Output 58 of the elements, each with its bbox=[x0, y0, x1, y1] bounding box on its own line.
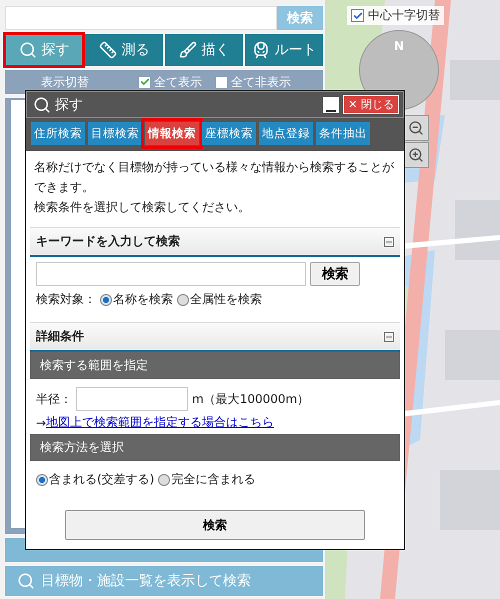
radio[interactable] bbox=[36, 474, 48, 486]
checkbox[interactable] bbox=[139, 76, 150, 88]
map-range-link[interactable]: 地図上で検索範囲を指定する場合はこちら bbox=[46, 414, 274, 431]
target-option[interactable]: 全属性を検索 bbox=[177, 291, 262, 308]
radio[interactable] bbox=[100, 294, 112, 306]
search-tab[interactable]: 住所検索 bbox=[31, 122, 85, 145]
tool-tab[interactable]: 測る bbox=[85, 34, 163, 66]
zoom-out-icon bbox=[408, 120, 424, 136]
search-tab[interactable]: 地点登録 bbox=[259, 122, 313, 145]
section-title: 詳細条件 bbox=[36, 328, 84, 345]
keyword-field[interactable] bbox=[36, 262, 306, 286]
section-title: キーワードを入力して検索 bbox=[36, 233, 180, 250]
checkbox[interactable] bbox=[216, 76, 227, 88]
minimize-icon bbox=[326, 110, 336, 112]
intro-text: 名称だけでなく目標物が持っている様々な情報から検索することができます。 bbox=[34, 159, 395, 196]
search-icon bbox=[33, 96, 51, 114]
checkbox[interactable] bbox=[351, 9, 364, 22]
submit-search-button[interactable]: 検索 bbox=[65, 510, 365, 540]
zoom-in-icon bbox=[408, 147, 424, 163]
search-icon bbox=[17, 572, 35, 590]
dialog-title: 探す bbox=[55, 96, 84, 114]
radio[interactable] bbox=[177, 294, 189, 306]
radius-label: 半径： bbox=[36, 390, 72, 408]
radius-unit: m（最大100000m） bbox=[192, 390, 310, 408]
brush-icon bbox=[178, 41, 196, 59]
tool-tab[interactable]: 描く bbox=[165, 34, 243, 66]
collapse-icon[interactable] bbox=[384, 236, 394, 246]
search-icon bbox=[18, 41, 36, 59]
intro-text: 検索条件を選択して検索してください。 bbox=[34, 199, 251, 216]
zoom-out-button[interactable] bbox=[403, 115, 429, 141]
subsection-header: 検索方法を選択 bbox=[30, 434, 400, 461]
search-tab[interactable]: 座標検索 bbox=[202, 122, 256, 145]
ruler-icon bbox=[98, 41, 116, 59]
search-tab[interactable]: 情報検索 bbox=[145, 122, 199, 145]
toggle-option[interactable]: 全て表示 bbox=[125, 74, 202, 90]
search-tab[interactable]: 条件抽出 bbox=[316, 122, 370, 145]
method-option[interactable]: 含まれる(交差する) bbox=[36, 471, 154, 488]
link-prefix: → bbox=[36, 416, 46, 430]
tool-tab[interactable]: 探す bbox=[5, 34, 83, 66]
keyword-search-button[interactable]: 検索 bbox=[310, 262, 360, 286]
radius-field[interactable] bbox=[76, 387, 188, 411]
method-option[interactable]: 完全に含まれる bbox=[158, 471, 256, 488]
subsection-header: 検索する範囲を指定 bbox=[30, 352, 400, 379]
collapse-icon[interactable] bbox=[384, 332, 394, 342]
target-option[interactable]: 名称を検索 bbox=[100, 291, 173, 308]
target-label: 検索対象： bbox=[36, 291, 96, 308]
train-icon bbox=[252, 41, 270, 59]
tool-tab[interactable]: ルート bbox=[245, 34, 323, 66]
close-button[interactable]: ✕ 閉じる bbox=[343, 95, 399, 114]
crosshair-toggle[interactable]: 中心十字切替 bbox=[347, 6, 444, 25]
compass-label: N bbox=[394, 39, 404, 55]
toggle-label: 表示切替 bbox=[40, 74, 90, 90]
toggle-option[interactable]: 全て非表示 bbox=[202, 74, 291, 90]
search-field[interactable] bbox=[5, 6, 277, 30]
search-tab[interactable]: 目標検索 bbox=[88, 122, 142, 145]
radio[interactable] bbox=[158, 474, 170, 486]
minimize-button[interactable] bbox=[323, 96, 340, 112]
zoom-in-button[interactable] bbox=[403, 142, 429, 168]
